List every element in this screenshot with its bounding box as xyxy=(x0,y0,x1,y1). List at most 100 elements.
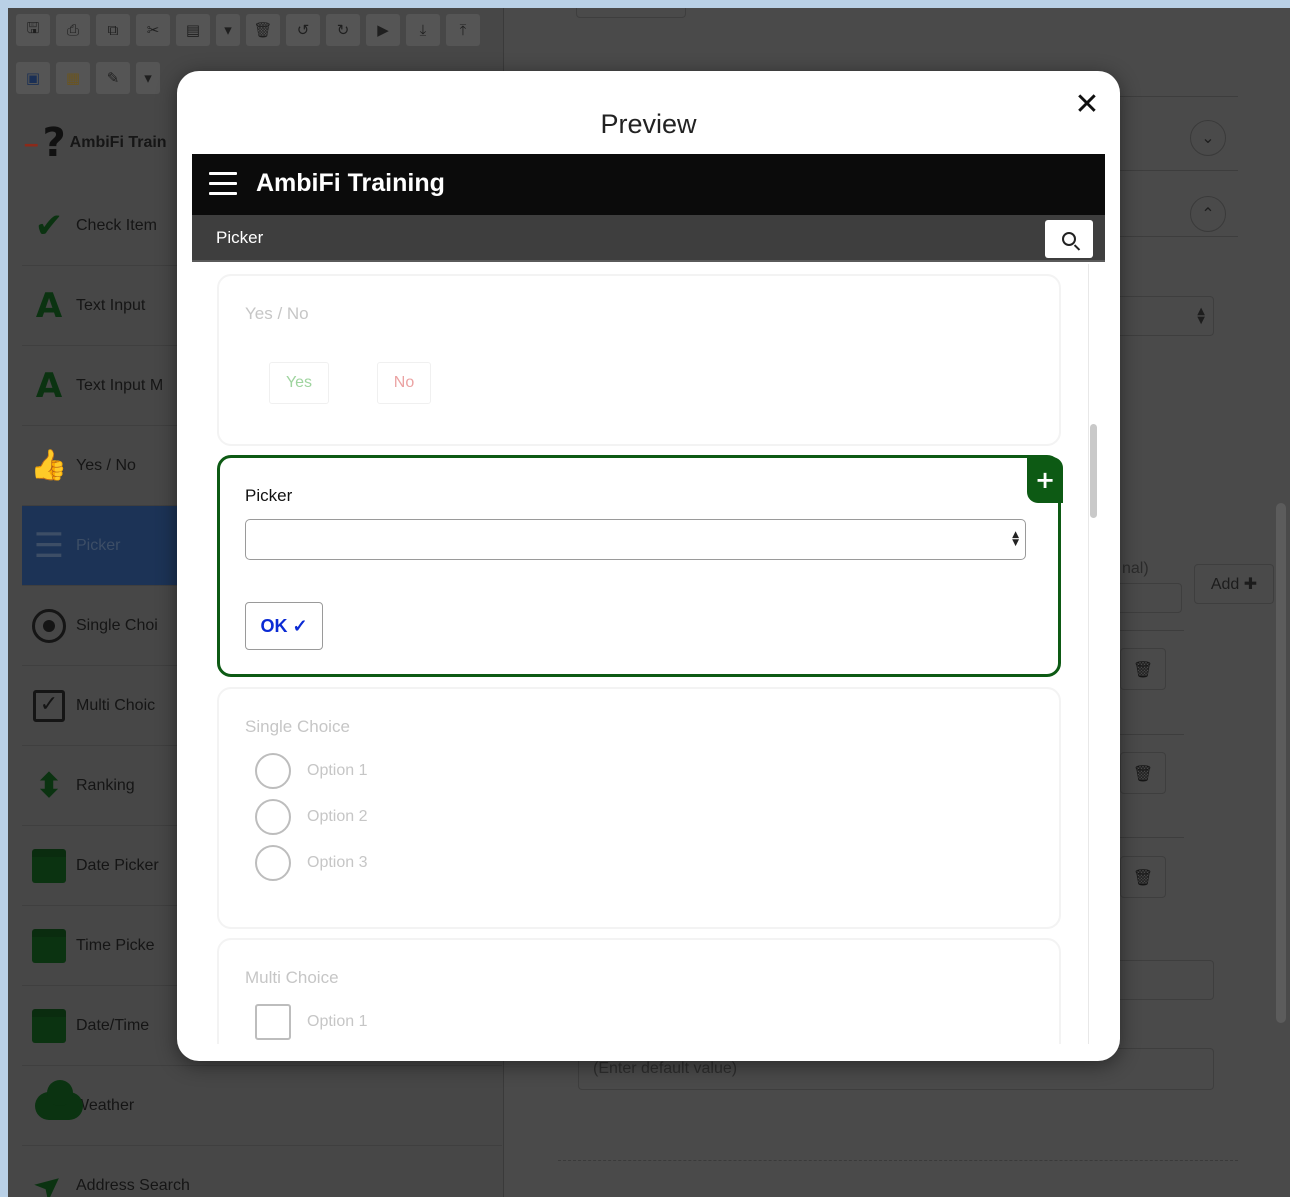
copy-icon[interactable]: ⧉ xyxy=(96,14,130,46)
control-label: Yes / No xyxy=(76,456,136,474)
multi-choice-card: Multi Choice Option 1 xyxy=(217,938,1061,1044)
download-icon[interactable]: ⤓ xyxy=(406,14,440,46)
optional-label: nal) xyxy=(1122,560,1149,577)
control-weather[interactable]: Weather xyxy=(22,1066,502,1146)
calendar-icon xyxy=(22,848,76,883)
hamburger-menu-icon[interactable] xyxy=(209,172,237,196)
control-label: Time Picke xyxy=(76,936,155,954)
option-label: Option 1 xyxy=(307,762,368,779)
question-mark-icon: ? xyxy=(42,120,66,166)
page-title: Picker xyxy=(216,228,264,247)
control-label: Weather xyxy=(74,1096,135,1114)
radio-icon xyxy=(22,608,76,643)
card-label: Picker xyxy=(245,486,293,505)
app-title: AmbiFi Training xyxy=(256,169,445,197)
undo-icon[interactable]: ↺ xyxy=(286,14,320,46)
panel-scrollbar[interactable] xyxy=(1276,503,1286,1023)
modal-title: Preview xyxy=(600,109,697,139)
radio-option[interactable]: Option 3 xyxy=(255,845,367,881)
save-icon[interactable]: 🖫 xyxy=(16,14,50,46)
control-label: Date Picker xyxy=(76,856,159,874)
app-header: AmbiFi Training xyxy=(192,154,1105,215)
card-label: Single Choice xyxy=(245,717,350,736)
tree-root-node[interactable]: – ? AmbiFi Train xyxy=(24,120,167,166)
control-label: Check Item xyxy=(76,216,157,234)
option-label: Option 3 xyxy=(307,854,368,871)
checkbox[interactable] xyxy=(255,1004,291,1040)
toolbar-row-1: 🖫 ⎙ ⧉ ✂ ▤ ▾ 🗑 ↺ ↻ ▶ ⤓ ⤒ xyxy=(16,14,480,46)
chevron-up-icon[interactable]: ⌃ xyxy=(1190,196,1226,232)
single-choice-card: Single Choice Option 1 Option 2 Option 3 xyxy=(217,687,1061,929)
redo-icon[interactable]: ↻ xyxy=(326,14,360,46)
toolbar-row-2: ▣ ▦ ✎ ▾ xyxy=(16,62,160,94)
radio-option[interactable]: Option 1 xyxy=(255,753,367,789)
select-arrows-icon: ▲ ▼ xyxy=(1012,530,1019,548)
trash-icon[interactable]: 🗑 xyxy=(1120,752,1166,794)
print-icon[interactable]: ⎙ xyxy=(56,14,90,46)
ok-button[interactable]: OK ✓ xyxy=(245,602,323,650)
yes-button[interactable]: Yes xyxy=(269,362,329,404)
trash-icon[interactable]: 🗑 xyxy=(1120,648,1166,690)
preview-modal: Preview ✕ AmbiFi Training Picker Yes / N… xyxy=(177,71,1120,1061)
radio-option[interactable]: Option 2 xyxy=(255,799,367,835)
divider xyxy=(558,1160,1238,1161)
search-icon xyxy=(1062,232,1076,246)
trash-icon[interactable]: 🗑 xyxy=(246,14,280,46)
calendar-icon xyxy=(22,1008,76,1043)
trash-icon[interactable]: 🗑 xyxy=(1120,856,1166,898)
radio-button[interactable] xyxy=(255,799,291,835)
radio-button[interactable] xyxy=(255,753,291,789)
control-label: Text Input M xyxy=(76,376,164,394)
property-field[interactable] xyxy=(576,8,686,18)
property-select[interactable]: ▲ ▼ xyxy=(1108,296,1214,336)
calendar-icon xyxy=(22,928,76,963)
chevron-down-icon[interactable]: ⌄ xyxy=(1190,120,1226,156)
property-field[interactable] xyxy=(1108,960,1214,1000)
picker-select[interactable]: ▲ ▼ xyxy=(245,519,1026,560)
dropdown-caret-icon[interactable]: ▾ xyxy=(216,14,240,46)
close-icon[interactable]: ✕ xyxy=(1071,89,1103,121)
dropdown-caret-icon[interactable]: ▾ xyxy=(136,62,160,94)
upload-icon[interactable]: ⤒ xyxy=(446,14,480,46)
play-icon[interactable]: ▶ xyxy=(366,14,400,46)
picker-card: Picker + ▲ ▼ OK ✓ xyxy=(217,455,1063,677)
checkmark-icon: ✔ xyxy=(34,205,64,246)
checkbox-icon: ✓ xyxy=(22,689,76,722)
control-label: Single Choi xyxy=(76,616,158,634)
control-label: Picker xyxy=(76,536,121,554)
up-down-arrows-icon: ⬍ xyxy=(34,765,64,806)
search-button[interactable] xyxy=(1045,220,1093,258)
control-label: Text Input xyxy=(76,296,146,314)
grid-icon[interactable]: ▦ xyxy=(56,62,90,94)
control-label: Ranking xyxy=(76,776,135,794)
preview-scrollbar[interactable] xyxy=(1090,424,1097,518)
option-label: Option 1 xyxy=(307,1013,368,1030)
add-button[interactable]: Add ✚ xyxy=(1194,564,1274,604)
card-label: Yes / No xyxy=(245,304,309,323)
default-value-placeholder: (Enter default value) xyxy=(593,1060,738,1077)
edit-icon[interactable]: ✎ xyxy=(96,62,130,94)
radio-button[interactable] xyxy=(255,845,291,881)
control-label: Date/Time xyxy=(76,1016,150,1034)
collapse-icon[interactable]: – xyxy=(24,128,38,159)
letter-a-icon: A xyxy=(35,285,63,326)
preview-content: Yes / No Yes No Picker + ▲ ▼ OK ✓ Single … xyxy=(192,264,1105,1044)
thumbs-up-icon: 👍 xyxy=(30,448,68,483)
checkbox-option[interactable]: Option 1 xyxy=(255,1004,367,1040)
card-label: Multi Choice xyxy=(245,968,339,987)
layout-icon[interactable]: ▣ xyxy=(16,62,50,94)
no-button[interactable]: No xyxy=(377,362,431,404)
option-label: Option 2 xyxy=(307,808,368,825)
cut-icon[interactable]: ✂ xyxy=(136,14,170,46)
plus-icon[interactable]: + xyxy=(1027,457,1063,503)
location-arrow-icon: ➤ xyxy=(25,1161,73,1197)
list-icon: ☰ xyxy=(33,525,65,566)
paste-icon[interactable]: ▤ xyxy=(176,14,210,46)
control-address-search[interactable]: ➤ Address Search xyxy=(22,1146,502,1197)
tree-root-label: AmbiFi Train xyxy=(69,134,167,151)
letter-a-icon: A xyxy=(35,365,63,406)
page-header: Picker xyxy=(192,215,1105,262)
scroll-track xyxy=(1088,264,1089,1044)
yes-no-card: Yes / No Yes No xyxy=(217,274,1061,446)
control-label: Multi Choic xyxy=(76,696,156,714)
